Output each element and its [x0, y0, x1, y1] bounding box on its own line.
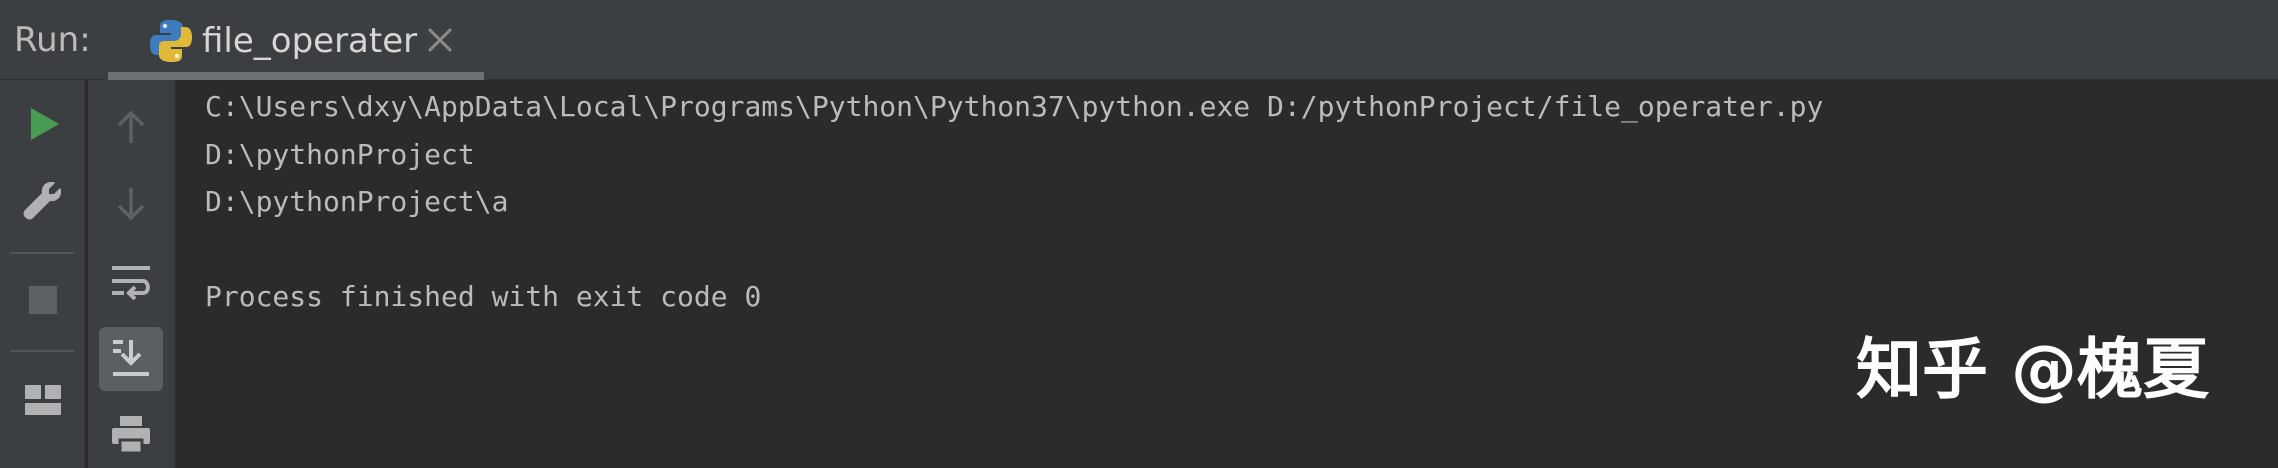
console-line: D:\pythonProject\a — [205, 185, 509, 218]
close-icon[interactable] — [422, 22, 458, 58]
run-tool-window-header: Run: file_operater — [0, 0, 2278, 80]
layout-icon — [25, 385, 61, 415]
stop-icon — [29, 286, 57, 314]
console-line: D:\pythonProject — [205, 138, 475, 171]
run-button[interactable] — [11, 92, 75, 156]
console-line: Process finished with exit code 0 — [205, 280, 762, 313]
scroll-to-end-button[interactable] — [99, 327, 163, 391]
scroll-to-end-icon — [113, 340, 149, 376]
arrow-down-icon — [117, 188, 145, 221]
run-toolbar-left — [0, 80, 86, 468]
up-button[interactable] — [99, 95, 163, 159]
watermark: 知乎 @槐夏 — [1856, 331, 2209, 408]
soft-wrap-icon — [112, 266, 150, 301]
edit-configuration-button[interactable] — [11, 168, 75, 232]
stop-button[interactable] — [11, 268, 75, 332]
wrench-icon — [23, 182, 61, 220]
run-toolbar-right — [88, 80, 176, 468]
python-icon — [148, 18, 194, 64]
tab-file-operater[interactable]: file_operater — [108, 0, 484, 80]
arrow-up-icon — [117, 110, 145, 143]
soft-wrap-button[interactable] — [99, 250, 163, 314]
print-icon — [112, 416, 150, 455]
tab-label: file_operater — [202, 21, 418, 61]
console-line: C:\Users\dxy\AppData\Local\Programs\Pyth… — [205, 90, 1824, 123]
toolbar-separator — [10, 350, 74, 352]
toolbar-separator — [10, 252, 74, 254]
run-label: Run: — [14, 20, 91, 60]
print-button[interactable] — [99, 402, 163, 466]
down-button[interactable] — [99, 172, 163, 236]
restore-layout-button[interactable] — [11, 368, 75, 432]
play-icon — [31, 108, 59, 140]
tab-selected-indicator — [108, 72, 484, 80]
